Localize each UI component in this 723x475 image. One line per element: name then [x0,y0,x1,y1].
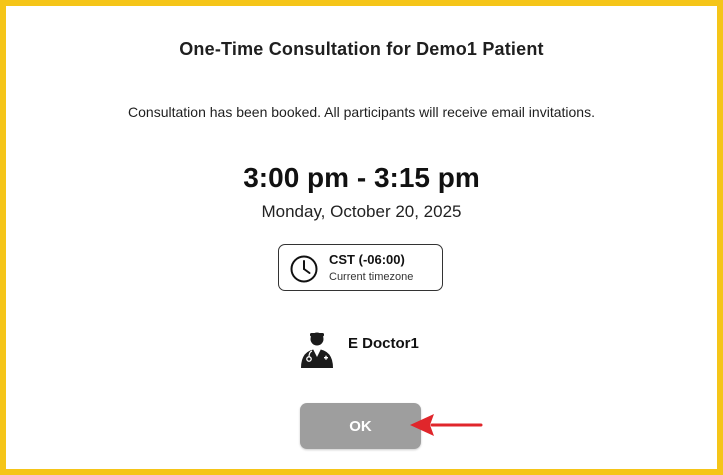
appointment-date: Monday, October 20, 2025 [261,202,462,221]
timezone-badge: CST (-06:00) Current timezone [278,244,443,291]
confirmation-message: Consultation has been booked. All partic… [128,104,595,120]
timezone-code: CST (-06:00) [329,252,405,267]
timezone-label: Current timezone [329,271,414,283]
red-arrow-icon [410,414,483,436]
doctor-name: E Doctor1 [348,335,419,352]
screenshot-frame: One-Time Consultation for Demo1 Patient … [0,0,723,475]
doctor-avatar-icon [301,332,333,368]
appointment-time-range: 3:00 pm - 3:15 pm [243,162,480,193]
ok-button[interactable]: OK [300,403,421,449]
clock-icon [290,255,318,283]
dialog-title: One-Time Consultation for Demo1 Patient [179,39,544,59]
